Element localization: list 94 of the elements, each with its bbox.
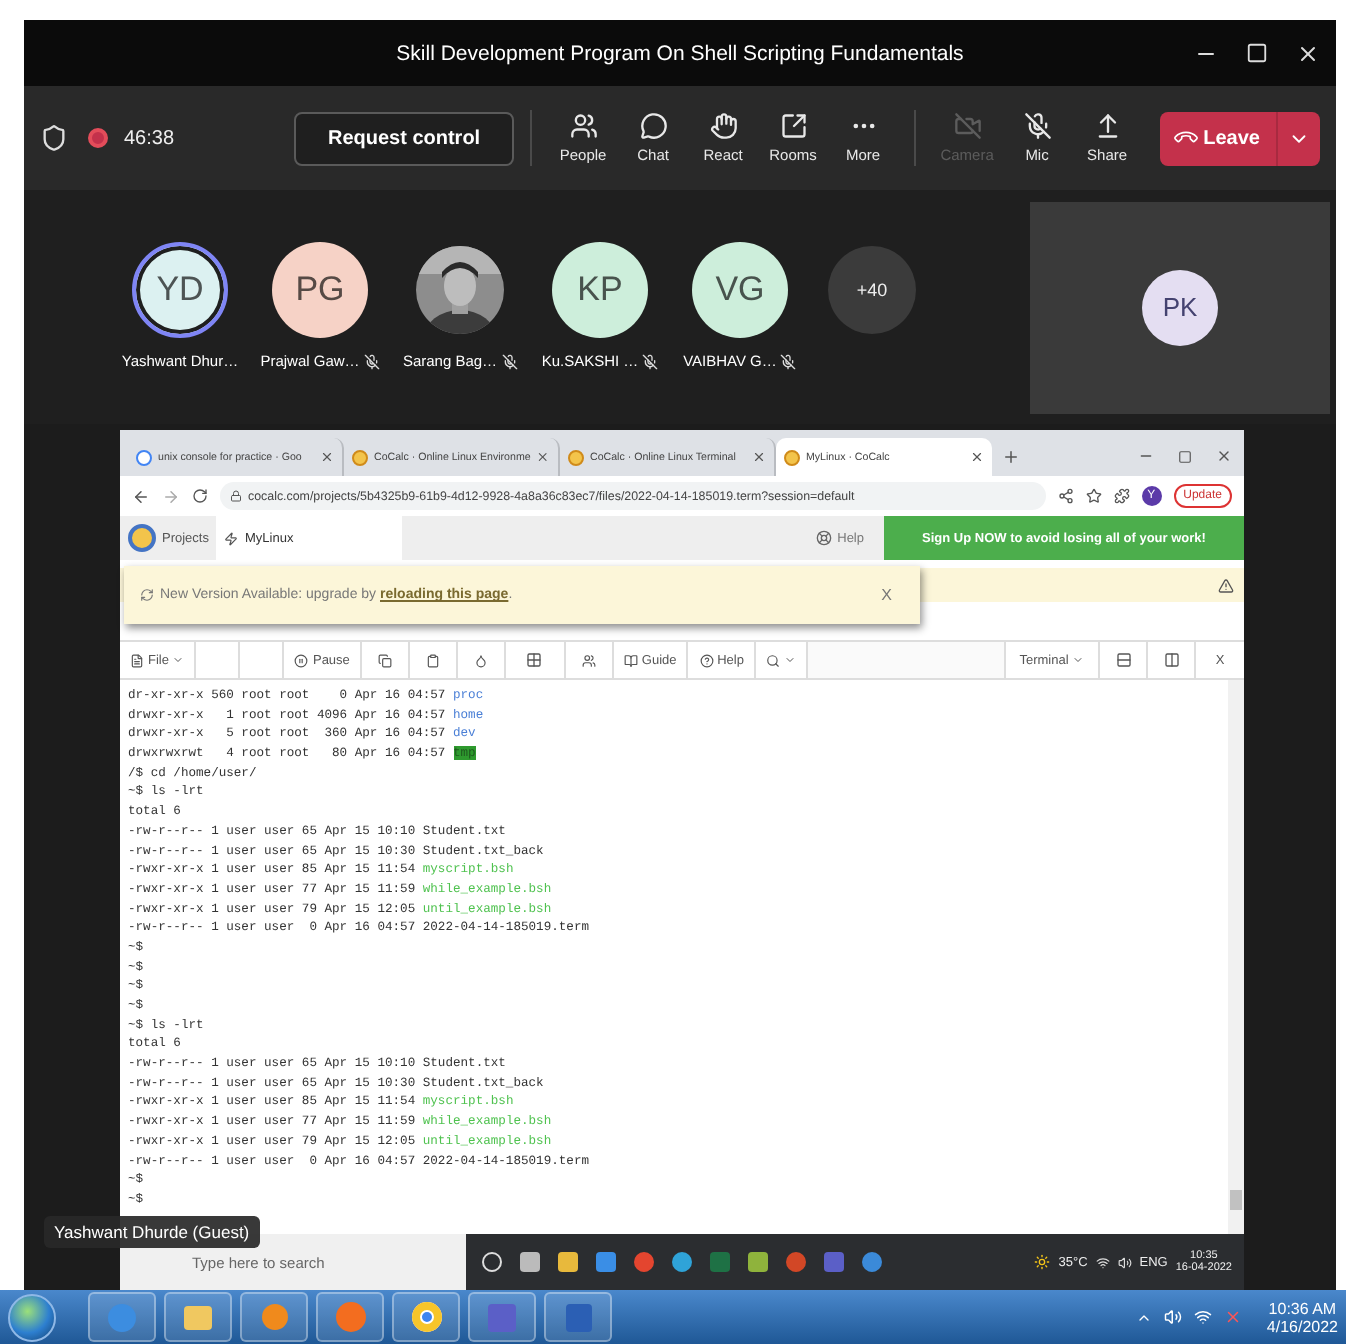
- network-icon[interactable]: [1194, 1308, 1213, 1326]
- meeting-timer: 46:38: [124, 127, 175, 149]
- clipboard-icon: [425, 653, 440, 667]
- maximize-icon[interactable]: [1246, 42, 1268, 64]
- device-icon: [1023, 112, 1052, 140]
- taskbar-app[interactable]: [392, 1292, 460, 1342]
- start-button[interactable]: [8, 1293, 56, 1341]
- taskbar-app[interactable]: [240, 1292, 308, 1342]
- volume-icon[interactable]: [1117, 1255, 1132, 1269]
- media-player-icon: [261, 1304, 287, 1330]
- document-icon: [565, 1303, 591, 1331]
- browser-icon: [335, 1302, 365, 1332]
- presentation-icon[interactable]: [786, 1252, 806, 1272]
- more-participants-button[interactable]: +40: [828, 246, 916, 334]
- close-button[interactable]: X: [869, 584, 904, 606]
- file-icon: [130, 653, 144, 667]
- folder-icon: [184, 1305, 212, 1329]
- users-button[interactable]: [565, 642, 614, 678]
- participant-avatar[interactable]: KP: [552, 242, 648, 338]
- split-columns-button[interactable]: [1148, 642, 1196, 678]
- toolbar-icon: [709, 112, 738, 140]
- shield-icon: [40, 124, 68, 152]
- device-icon: [953, 112, 982, 140]
- mail-icon[interactable]: [596, 1252, 616, 1272]
- restore-icon[interactable]: [1178, 450, 1192, 464]
- reload-icon[interactable]: [192, 488, 208, 504]
- taskbar-app[interactable]: [316, 1292, 384, 1342]
- new-tab-icon[interactable]: [1002, 448, 1020, 466]
- toolbar-icon: [639, 112, 668, 140]
- lock-icon: [230, 490, 242, 502]
- rows-icon: [1115, 652, 1131, 668]
- paste-button[interactable]: [409, 642, 458, 678]
- back-icon[interactable]: [132, 487, 150, 505]
- color-button[interactable]: [457, 642, 506, 678]
- favicon-icon: [136, 449, 152, 465]
- participant-avatar[interactable]: PG: [272, 242, 368, 338]
- favicon-icon: [784, 449, 800, 465]
- browser-icon: [411, 1302, 441, 1332]
- taskbar-app[interactable]: [468, 1292, 536, 1342]
- volume-icon[interactable]: [1164, 1308, 1183, 1326]
- logo-icon: [128, 524, 156, 552]
- droplet-icon: [473, 653, 488, 667]
- favicon-icon: [568, 449, 584, 465]
- scrollbar[interactable]: [1228, 680, 1244, 1234]
- device-icon: [1093, 112, 1122, 140]
- clock-time: 10:36 AM: [1268, 1299, 1337, 1317]
- project-icon: [224, 531, 239, 545]
- participant-avatar[interactable]: YD: [132, 242, 228, 338]
- forward-icon[interactable]: [162, 487, 180, 505]
- request-control-button[interactable]: Request control: [294, 111, 515, 165]
- network-icon[interactable]: [1095, 1255, 1110, 1269]
- refresh-icon: [140, 588, 154, 602]
- browser-icon: [108, 1303, 136, 1331]
- presenter-label: Yashwant Dhurde (Guest): [44, 1216, 260, 1248]
- cortana-icon[interactable]: [482, 1252, 502, 1272]
- toolbar-icon: [779, 112, 808, 140]
- chevron-icon: [784, 654, 797, 666]
- extensions-icon[interactable]: [1113, 488, 1130, 504]
- pause-icon: [294, 653, 309, 667]
- folder-icon[interactable]: [558, 1252, 578, 1272]
- close-icon[interactable]: [970, 450, 984, 464]
- help-app-icon[interactable]: [862, 1252, 882, 1272]
- close-icon[interactable]: [1296, 41, 1320, 65]
- help-icon: [699, 653, 714, 667]
- taskbar-app[interactable]: [164, 1292, 232, 1342]
- zoom-menu[interactable]: [756, 642, 809, 678]
- chevron-icon: [1072, 654, 1085, 666]
- favicon-icon: [352, 449, 368, 465]
- search-icon: [766, 653, 781, 667]
- grid-icon: [526, 652, 543, 668]
- help-icon: [815, 530, 832, 546]
- taskbar-app[interactable]: [544, 1292, 612, 1342]
- chevron-icon: [172, 654, 185, 666]
- taskbar-app[interactable]: [88, 1292, 156, 1342]
- grid-button[interactable]: [505, 642, 566, 678]
- chat-app-icon: [488, 1303, 516, 1331]
- weather-icon: [1034, 1254, 1051, 1270]
- bookmark-icon[interactable]: [1085, 488, 1102, 504]
- users-icon: [581, 653, 596, 667]
- book-icon: [623, 653, 638, 667]
- window-title: Skill Development Program On Shell Scripting Fundamentals: [396, 41, 964, 65]
- participant-avatar[interactable]: PK: [1142, 269, 1218, 345]
- warning-icon: [1218, 577, 1234, 593]
- clock-date: 4/16/2022: [1266, 1317, 1338, 1335]
- copy-icon: [377, 653, 392, 667]
- split-rows-button[interactable]: [1100, 642, 1148, 678]
- copy-button[interactable]: [361, 642, 410, 678]
- notes-icon[interactable]: [748, 1252, 768, 1272]
- chat-app-icon[interactable]: [824, 1252, 844, 1272]
- share-icon[interactable]: [1057, 488, 1074, 504]
- participant-avatar[interactable]: VG: [692, 242, 788, 338]
- toolbar-icon: [569, 112, 598, 140]
- columns-icon: [1163, 652, 1179, 668]
- task-view-icon[interactable]: [520, 1252, 540, 1272]
